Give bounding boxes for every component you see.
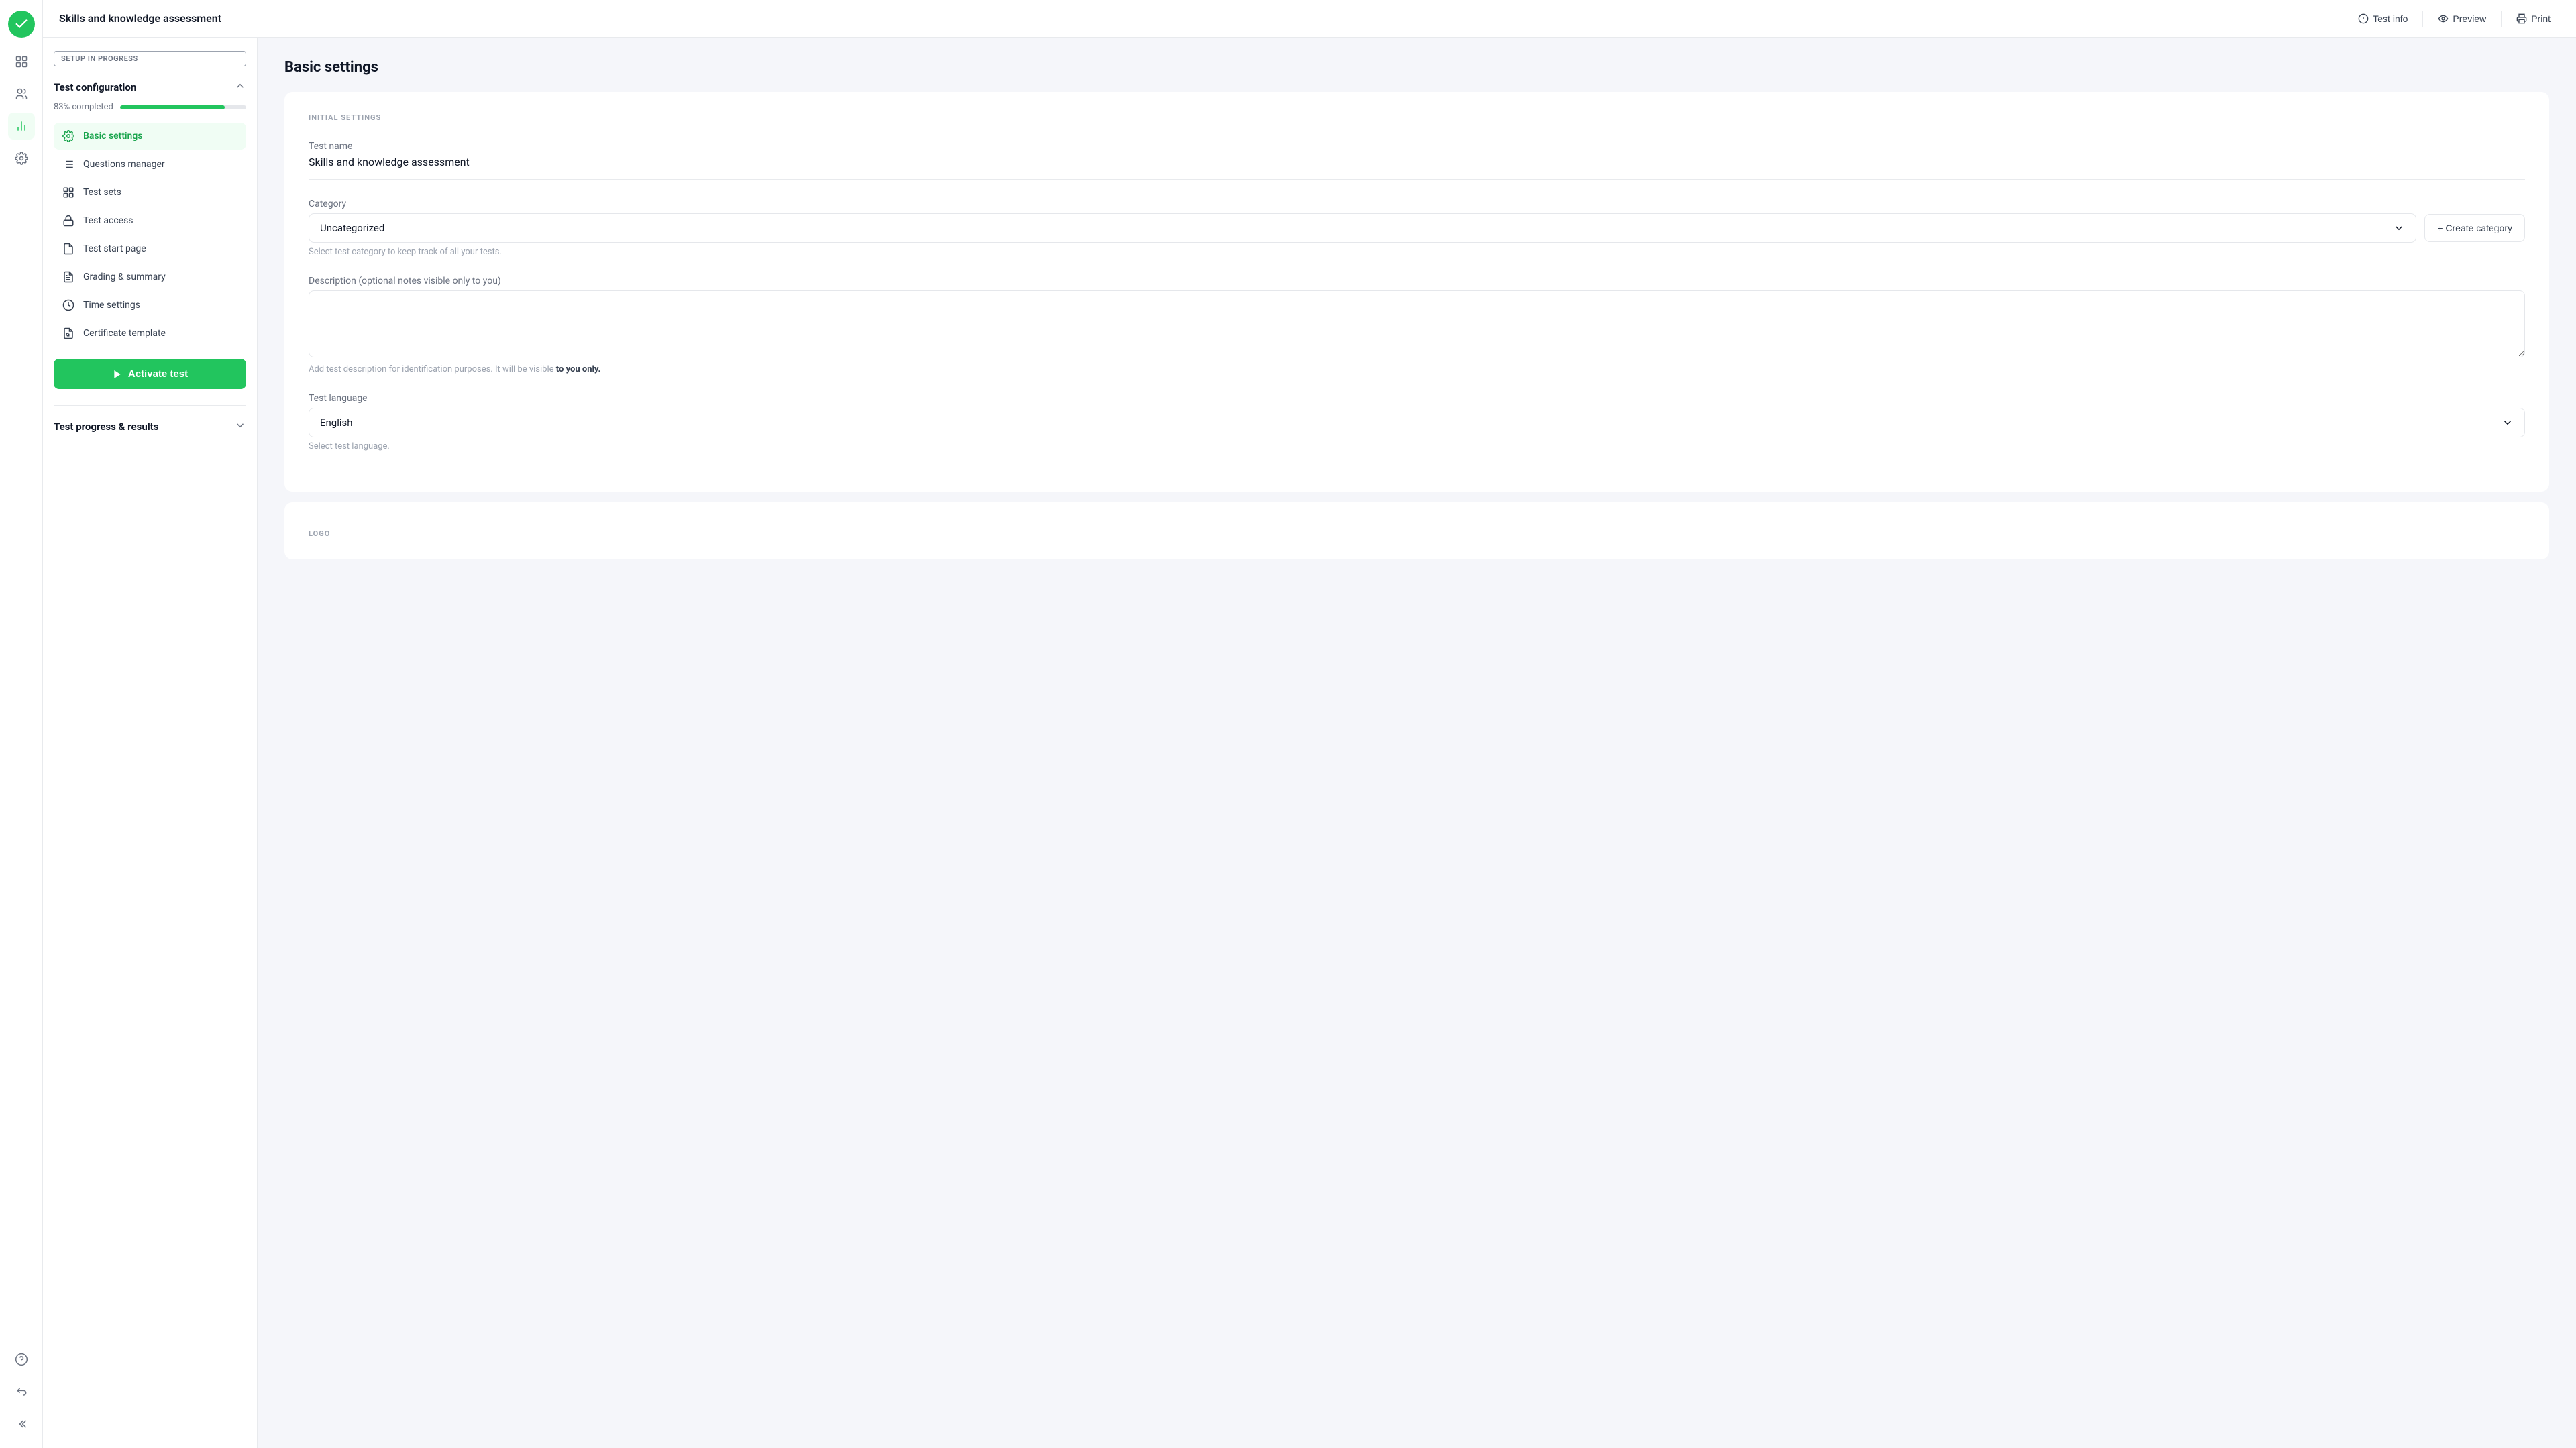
play-icon — [112, 369, 123, 380]
print-label: Print — [2531, 13, 2551, 24]
config-panel: SETUP IN PROGRESS Test configuration 83%… — [43, 38, 258, 1448]
chevron-up-icon — [234, 80, 246, 92]
activate-test-label: Activate test — [128, 368, 188, 380]
config-section-title: Test configuration — [54, 81, 136, 93]
test-language-value: English — [320, 416, 353, 429]
icon-sidebar — [0, 0, 43, 1448]
logo-card: LOGO — [284, 502, 2549, 559]
certificate-template-icon — [62, 327, 75, 340]
main-content: Basic settings INITIAL SETTINGS Test nam… — [258, 38, 2576, 1448]
nav-time-settings-label: Time settings — [83, 300, 140, 311]
test-sets-icon — [62, 186, 75, 199]
nav-basic-settings-label: Basic settings — [83, 131, 142, 142]
description-hint-bold: to you only. — [556, 364, 601, 374]
nav-item-certificate-template[interactable]: Certificate template — [54, 320, 246, 347]
nav-item-questions-manager[interactable]: Questions manager — [54, 151, 246, 178]
content-area: SETUP IN PROGRESS Test configuration 83%… — [43, 38, 2576, 1448]
nav-item-basic-settings[interactable]: Basic settings — [54, 123, 246, 150]
activate-test-btn[interactable]: Activate test — [54, 359, 246, 389]
preview-icon — [2438, 13, 2449, 24]
info-icon — [2358, 13, 2369, 24]
section-heading: Basic settings — [284, 59, 2549, 76]
description-textarea[interactable] — [309, 290, 2525, 357]
category-chevron-icon — [2393, 222, 2405, 234]
config-section2-title: Test progress & results — [54, 421, 158, 433]
logo-section-label: LOGO — [309, 529, 2525, 538]
sidebar-help-btn[interactable] — [8, 1346, 35, 1373]
test-name-field: Test name Skills and knowledge assessmen… — [309, 141, 2525, 180]
preview-label: Preview — [2453, 13, 2486, 24]
sidebar-analytics-btn[interactable] — [8, 113, 35, 140]
page-title: Skills and knowledge assessment — [59, 12, 221, 25]
test-language-label: Test language — [309, 393, 2525, 404]
sidebar-users-btn[interactable] — [8, 80, 35, 107]
config-section2-header: Test progress & results — [54, 405, 246, 433]
test-language-hint: Select test language. — [309, 441, 2525, 451]
preview-btn[interactable]: Preview — [2428, 8, 2496, 30]
category-select-row: Uncategorized + Create category — [309, 213, 2525, 243]
progress-bar-track — [120, 105, 246, 109]
sidebar-back-btn[interactable] — [8, 1378, 35, 1405]
test-name-divider — [309, 179, 2525, 180]
description-hint-prefix: Add test description for identification … — [309, 364, 556, 374]
nav-item-time-settings[interactable]: Time settings — [54, 292, 246, 319]
category-value: Uncategorized — [320, 222, 384, 234]
category-hint: Select test category to keep track of al… — [309, 247, 2525, 257]
test-start-page-icon — [62, 242, 75, 256]
nav-item-test-sets[interactable]: Test sets — [54, 179, 246, 206]
config-collapse-btn[interactable] — [234, 80, 246, 94]
progress-bar-fill — [120, 105, 225, 109]
print-btn[interactable]: Print — [2507, 8, 2560, 30]
nav-grading-summary-label: Grading & summary — [83, 272, 166, 282]
header-divider-2 — [2501, 11, 2502, 27]
nav-questions-manager-label: Questions manager — [83, 159, 165, 170]
header-divider-1 — [2422, 11, 2423, 27]
nav-item-test-start-page[interactable]: Test start page — [54, 235, 246, 262]
test-language-select[interactable]: English — [309, 408, 2525, 437]
settings-card: INITIAL SETTINGS Test name Skills and kn… — [284, 92, 2549, 492]
test-name-value: Skills and knowledge assessment — [309, 156, 2525, 168]
setup-badge: SETUP IN PROGRESS — [54, 51, 246, 66]
nav-certificate-template-label: Certificate template — [83, 328, 166, 339]
category-label: Category — [309, 199, 2525, 209]
config-section-header: Test configuration — [54, 80, 246, 94]
description-field: Description (optional notes visible only… — [309, 276, 2525, 374]
main-area: Skills and knowledge assessment Test inf… — [43, 0, 2576, 1448]
create-category-btn[interactable]: + Create category — [2424, 214, 2525, 242]
section2-collapse-btn[interactable] — [234, 419, 246, 433]
nav-test-sets-label: Test sets — [83, 187, 121, 198]
sidebar-grid-btn[interactable] — [8, 48, 35, 75]
test-name-label: Test name — [309, 141, 2525, 152]
test-access-icon — [62, 214, 75, 227]
test-language-field: Test language English Select test langua… — [309, 393, 2525, 451]
top-header: Skills and knowledge assessment Test inf… — [43, 0, 2576, 38]
test-info-label: Test info — [2373, 13, 2408, 24]
create-category-label: + Create category — [2437, 223, 2512, 233]
questions-manager-icon — [62, 158, 75, 171]
grading-summary-icon — [62, 270, 75, 284]
language-chevron-icon — [2502, 416, 2514, 429]
nav-item-grading-summary[interactable]: Grading & summary — [54, 264, 246, 290]
nav-item-test-access[interactable]: Test access — [54, 207, 246, 234]
description-label: Description (optional notes visible only… — [309, 276, 2525, 286]
print-icon — [2516, 13, 2527, 24]
initial-settings-label: INITIAL SETTINGS — [309, 113, 2525, 122]
category-field: Category Uncategorized + Create category — [309, 199, 2525, 257]
header-actions: Test info Preview Print — [2349, 8, 2560, 30]
app-logo[interactable] — [8, 11, 35, 38]
basic-settings-icon — [62, 129, 75, 143]
description-hint: Add test description for identification … — [309, 364, 2525, 374]
progress-row: 83% completed — [54, 102, 246, 112]
category-select[interactable]: Uncategorized — [309, 213, 2416, 243]
progress-label: 83% completed — [54, 102, 113, 112]
sidebar-collapse-btn[interactable] — [8, 1410, 35, 1437]
test-info-btn[interactable]: Test info — [2349, 8, 2417, 30]
sidebar-settings-btn[interactable] — [8, 145, 35, 172]
nav-test-access-label: Test access — [83, 215, 133, 226]
chevron-down-icon — [234, 419, 246, 431]
time-settings-icon — [62, 298, 75, 312]
nav-test-start-page-label: Test start page — [83, 243, 146, 254]
